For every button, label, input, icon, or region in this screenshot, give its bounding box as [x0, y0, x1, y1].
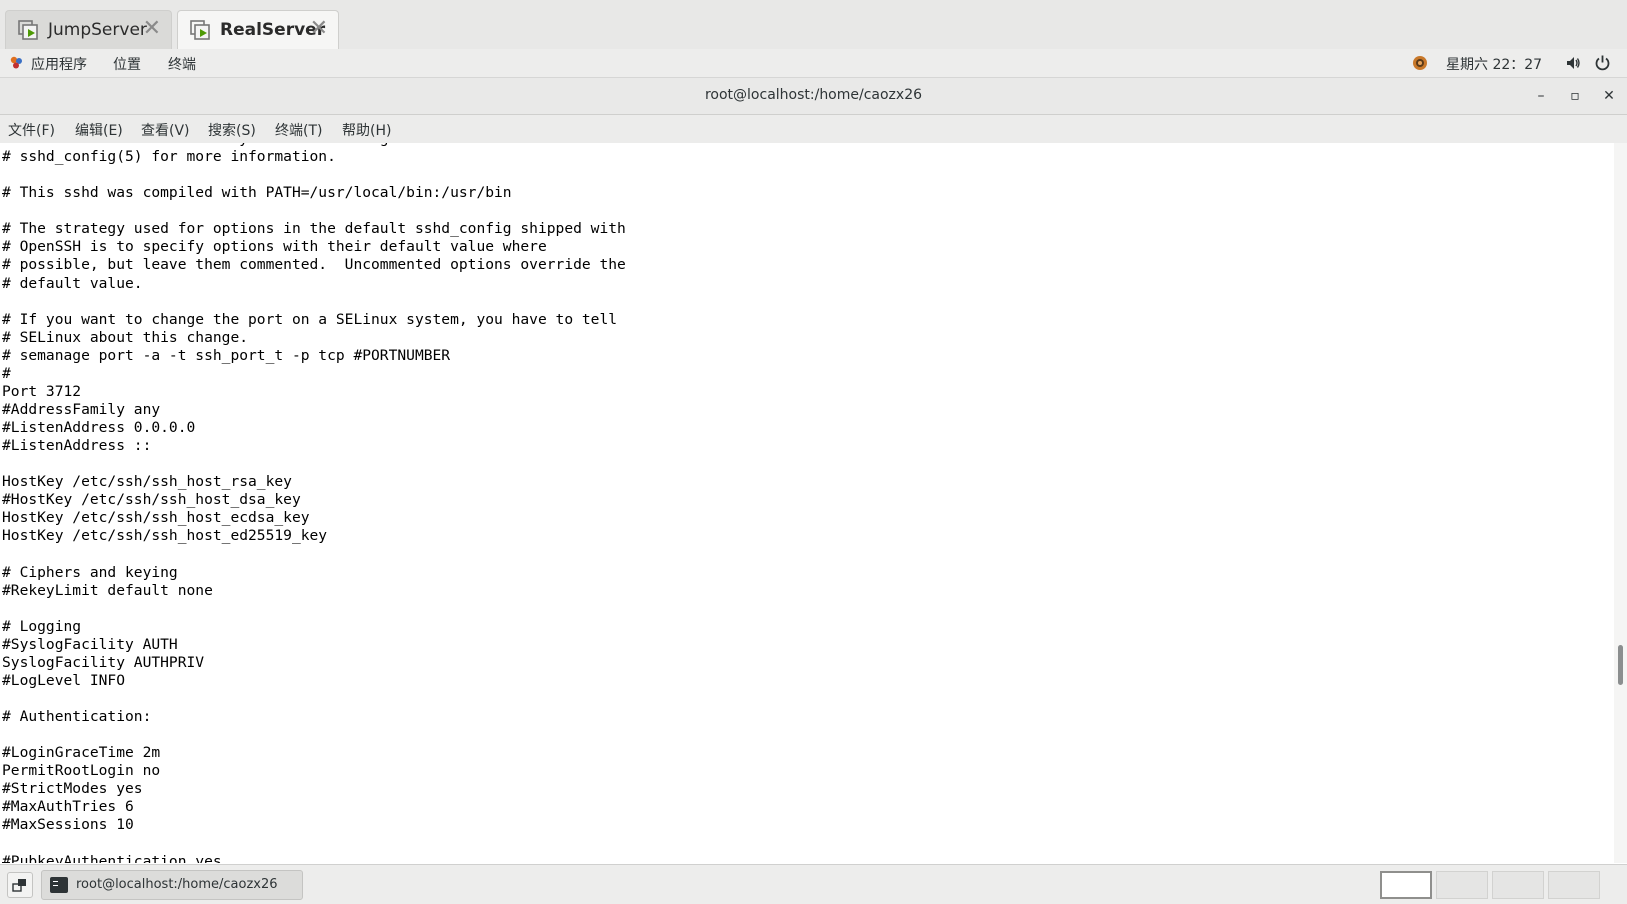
menu-terminal[interactable]: 终端(T)	[275, 120, 322, 140]
terminal-line: # sshd_config(5) for more information.	[2, 148, 336, 166]
taskbar-window-label: root@localhost:/home/caozx26	[76, 877, 278, 892]
applications-menu[interactable]: 应用程序	[31, 54, 87, 74]
terminal-line: #HostKey /etc/ssh/ssh_host_dsa_key	[2, 491, 301, 509]
terminal-line: #MaxSessions 10	[2, 816, 134, 834]
terminal-line: # The strategy used for options in the d…	[2, 220, 626, 238]
menu-search[interactable]: 搜索(S)	[208, 120, 256, 140]
taskbar: root@localhost:/home/caozx26	[0, 864, 1627, 904]
vm-icon	[18, 20, 38, 40]
terminal-line: #RekeyLimit default none	[2, 581, 213, 599]
applications-icon	[10, 56, 22, 69]
terminal-line: # This sshd was compiled with PATH=/usr/…	[2, 184, 512, 202]
terminal-line: #LogLevel INFO	[2, 671, 126, 689]
show-desktop-button[interactable]	[7, 872, 33, 898]
terminal-line: #MaxAuthTries 6	[2, 798, 134, 816]
terminal-line: # Logging	[2, 617, 82, 635]
workspace-2[interactable]	[1436, 871, 1488, 899]
terminal-line: #StrictModes yes	[2, 780, 143, 798]
terminal-line: # SELinux about this change.	[2, 328, 249, 346]
terminal-view[interactable]: # This is the sshd server system-wide co…	[0, 143, 1614, 863]
terminal-line: #ListenAddress 0.0.0.0	[2, 419, 196, 436]
tab-realserver[interactable]: RealServer ✕	[177, 10, 339, 49]
terminal-line: # Ciphers and keying	[2, 563, 178, 581]
menubar: 文件(F) 编辑(E) 查看(V) 搜索(S) 终端(T) 帮助(H)	[0, 115, 1627, 144]
places-menu[interactable]: 位置	[113, 54, 141, 74]
workspace-3[interactable]	[1492, 871, 1544, 899]
window-title: root@localhost:/home/caozx26	[704, 87, 923, 103]
terminal-line: # If you want to change the port on a SE…	[2, 310, 618, 328]
menu-help[interactable]: 帮助(H)	[342, 120, 391, 140]
menu-view[interactable]: 查看(V)	[141, 120, 190, 140]
terminal-line: HostKey /etc/ssh/ssh_host_rsa_key	[2, 473, 292, 491]
terminal-line: # default value.	[2, 274, 143, 292]
terminal-line: #AddressFamily any	[2, 400, 161, 418]
terminal-line: #ListenAddress ::	[2, 437, 152, 455]
workspace-4[interactable]	[1548, 871, 1600, 899]
vm-tab-strip: JumpServer ✕ RealServer ✕	[0, 0, 1627, 50]
terminal-line: #	[2, 364, 11, 382]
top-panel: 应用程序 位置 终端 星期六 22：27	[0, 49, 1627, 78]
terminal-line: PermitRootLogin no	[2, 762, 161, 780]
close-icon[interactable]: ✕	[310, 17, 328, 41]
terminal-text: # This is the sshd server system-wide co…	[2, 143, 626, 863]
minimize-button[interactable]: –	[1530, 85, 1552, 107]
terminal-line: Port 3712	[2, 382, 82, 400]
clock[interactable]: 星期六 22：27	[1446, 54, 1542, 74]
taskbar-window-button[interactable]: root@localhost:/home/caozx26	[41, 870, 303, 900]
close-button[interactable]: ✕	[1598, 85, 1620, 107]
terminal-line: # semanage port -a -t ssh_port_t -p tcp …	[2, 346, 451, 364]
terminal-app-menu[interactable]: 终端	[168, 54, 196, 74]
tab-jumpserver[interactable]: JumpServer ✕	[5, 10, 172, 49]
menu-file[interactable]: 文件(F)	[8, 120, 55, 140]
terminal-line: #SyslogFacility AUTH	[2, 635, 178, 653]
terminal-line: #LoginGraceTime 2m	[2, 744, 161, 762]
terminal-line: #PubkeyAuthentication yes	[2, 852, 222, 864]
terminal-icon	[50, 877, 68, 893]
scrollbar-thumb[interactable]	[1618, 645, 1623, 685]
network-icon[interactable]	[1412, 55, 1428, 71]
maximize-button[interactable]: ▫	[1564, 85, 1586, 107]
terminal-line: # possible, but leave them commented. Un…	[2, 256, 626, 274]
volume-icon[interactable]	[1565, 55, 1581, 71]
terminal-line: # OpenSSH is to specify options with the…	[2, 238, 547, 256]
terminal-line: # Authentication:	[2, 708, 152, 725]
show-desktop-icon	[12, 879, 26, 892]
terminal-line: SyslogFacility AUTHPRIV	[2, 653, 205, 671]
tab-label: JumpServer	[48, 20, 147, 40]
close-icon[interactable]: ✕	[143, 17, 161, 41]
vm-icon	[190, 20, 210, 40]
scrollbar[interactable]	[1614, 143, 1627, 863]
power-icon[interactable]	[1594, 54, 1611, 71]
window-titlebar[interactable]: root@localhost:/home/caozx26 – ▫ ✕	[0, 78, 1627, 115]
workspace-1[interactable]	[1380, 871, 1432, 899]
menu-edit[interactable]: 编辑(E)	[75, 120, 123, 140]
terminal-line: HostKey /etc/ssh/ssh_host_ecdsa_key	[2, 509, 310, 527]
terminal-line: HostKey /etc/ssh/ssh_host_ed25519_key	[2, 527, 328, 545]
